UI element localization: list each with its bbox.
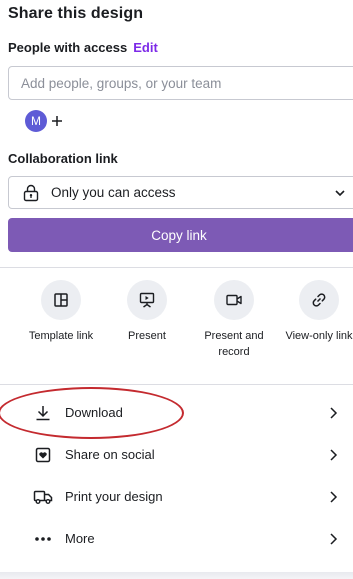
share-on-social-action[interactable]: Share on social	[0, 434, 353, 476]
download-label: Download	[65, 405, 123, 420]
add-collaborator-button[interactable]	[49, 113, 65, 129]
chevron-right-icon	[330, 407, 338, 419]
present-button[interactable]: Present	[107, 280, 187, 344]
template-link-button[interactable]: Template link	[21, 280, 101, 344]
link-icon	[312, 293, 326, 307]
print-your-design-label: Print your design	[65, 489, 163, 504]
collaboration-access-value: Only you can access	[51, 185, 176, 200]
chevron-right-icon	[330, 449, 338, 461]
template-icon	[54, 293, 68, 307]
present-record-label-line2: record	[218, 346, 250, 358]
present-record-label: Present and record	[194, 328, 274, 360]
present-record-icon	[226, 294, 242, 306]
collaborators-row: M	[25, 110, 65, 132]
divider	[0, 384, 353, 385]
chevron-down-icon	[335, 190, 345, 197]
share-on-social-label: Share on social	[65, 447, 155, 462]
panel-bottom-edge	[0, 572, 353, 579]
chevron-right-icon	[330, 491, 338, 503]
download-action[interactable]: Download	[0, 392, 353, 434]
view-only-link-label: View-only link	[285, 330, 353, 342]
people-access-row: People with access Edit	[8, 40, 158, 55]
avatar[interactable]: M	[25, 110, 47, 132]
present-circle	[127, 280, 167, 320]
more-action[interactable]: More	[0, 518, 353, 560]
copy-link-button[interactable]: Copy link	[8, 218, 353, 252]
collaboration-access-select[interactable]: Only you can access	[8, 176, 353, 209]
print-your-design-action[interactable]: Print your design	[0, 476, 353, 518]
collaboration-link-label: Collaboration link	[8, 151, 118, 166]
chevron-right-icon	[330, 533, 338, 545]
more-label: More	[65, 531, 95, 546]
edit-access-link[interactable]: Edit	[133, 40, 158, 55]
people-access-label: People with access	[8, 40, 128, 55]
download-icon	[33, 403, 53, 423]
present-record-circle	[214, 280, 254, 320]
panel-title: Share this design	[8, 5, 144, 22]
heart-icon	[33, 445, 53, 465]
view-only-link-circle	[299, 280, 339, 320]
present-label: Present	[128, 330, 166, 342]
add-people-input[interactable]	[8, 66, 353, 100]
share-panel: Share this design People with access Edit…	[0, 0, 353, 572]
divider	[0, 267, 353, 268]
present-record-label-line1: Present and	[204, 330, 264, 342]
lock-icon	[23, 184, 39, 202]
truck-icon	[33, 487, 53, 507]
more-icon	[33, 529, 53, 549]
plus-icon	[52, 116, 62, 126]
present-icon	[139, 292, 155, 308]
template-link-circle	[41, 280, 81, 320]
template-link-label: Template link	[28, 330, 94, 342]
present-and-record-button[interactable]: Present and record	[194, 280, 274, 360]
view-only-link-button[interactable]: View-only link	[279, 280, 353, 344]
